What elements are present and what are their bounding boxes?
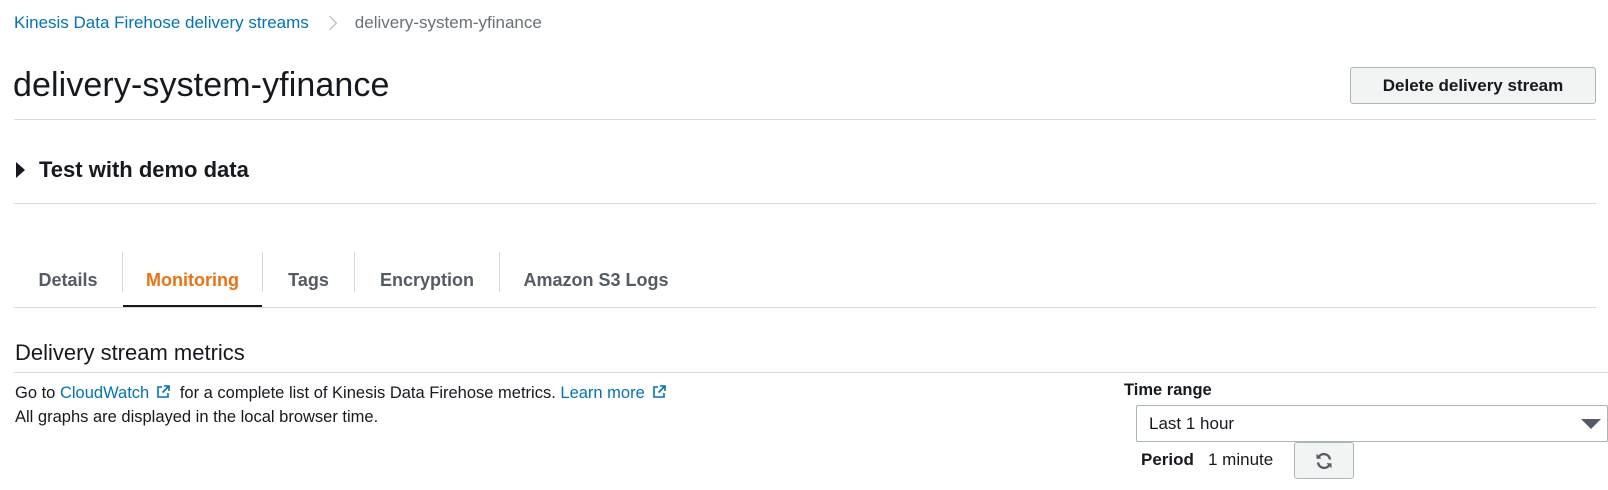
time-range-label: Time range: [1124, 381, 1212, 399]
period-value: 1 minute: [1208, 450, 1274, 469]
delete-delivery-stream-button[interactable]: Delete delivery stream: [1350, 67, 1596, 104]
desc-prefix: Go to: [15, 384, 56, 402]
metrics-description: Go to CloudWatch for a complete list of …: [15, 381, 671, 429]
desc-middle: for a complete list of Kinesis Data Fire…: [179, 384, 556, 402]
expander-label: Test with demo data: [39, 157, 249, 182]
caret-down-icon: [1581, 419, 1601, 429]
divider: [14, 119, 1596, 120]
description-line-1: Go to CloudWatch for a complete list of …: [15, 381, 671, 405]
tab-list: Details Monitoring Tags Encryption Amazo…: [14, 252, 692, 308]
caret-right-icon: [16, 162, 25, 178]
learn-more-link[interactable]: Learn more: [560, 384, 670, 402]
tab-encryption[interactable]: Encryption: [355, 252, 499, 308]
time-range-select[interactable]: Last 1 hour: [1136, 405, 1608, 442]
breadcrumb-current: delivery-system-yfinance: [354, 13, 542, 32]
refresh-button[interactable]: [1294, 442, 1354, 479]
cloudwatch-link-label: CloudWatch: [59, 384, 150, 402]
learn-more-link-label: Learn more: [560, 384, 645, 402]
tabs-underline: [14, 307, 1596, 308]
section-divider: [14, 372, 1608, 373]
test-with-demo-data-expander[interactable]: Test with demo data: [16, 157, 249, 183]
divider: [14, 203, 1596, 204]
tab-details[interactable]: Details: [14, 252, 122, 308]
tab-tags[interactable]: Tags: [263, 252, 354, 308]
tab-amazon-s3-logs[interactable]: Amazon S3 Logs: [500, 252, 692, 308]
time-range-value: Last 1 hour: [1149, 413, 1235, 433]
breadcrumb-link-delivery-streams[interactable]: Kinesis Data Firehose delivery streams: [14, 12, 309, 34]
page: Kinesis Data Firehose delivery streams d…: [0, 0, 1608, 490]
section-title: Delivery stream metrics: [15, 340, 245, 365]
external-link-icon: [652, 385, 666, 398]
chevron-right-icon: [322, 15, 337, 31]
refresh-icon: [1316, 452, 1332, 469]
description-line-2: All graphs are displayed in the local br…: [15, 408, 379, 426]
cloudwatch-link[interactable]: CloudWatch: [60, 384, 175, 402]
tab-monitoring[interactable]: Monitoring: [123, 252, 262, 308]
period-label: Period: [1141, 450, 1194, 469]
external-link-icon: [157, 385, 171, 398]
breadcrumb: Kinesis Data Firehose delivery streams d…: [14, 12, 542, 34]
page-title: delivery-system-yfinance: [13, 66, 390, 104]
